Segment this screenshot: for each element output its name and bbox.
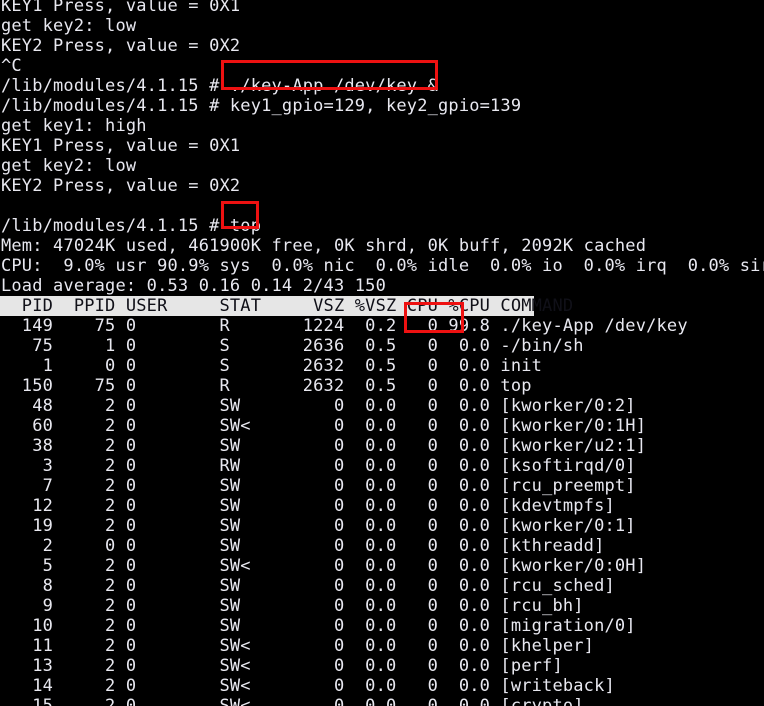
table-row[interactable]: 149 75 0 R 1224 0.2 0 99.8 ./key-App /de… bbox=[0, 316, 688, 336]
table-row[interactable]: 13 2 0 SW< 0 0.0 0 0.0 [perf] bbox=[0, 656, 563, 676]
table-row[interactable]: 2 0 0 SW 0 0.0 0 0.0 [kthreadd] bbox=[0, 536, 605, 556]
table-row[interactable]: 19 2 0 SW 0 0.0 0 0.0 [kworker/0:1] bbox=[0, 516, 636, 536]
table-row[interactable]: 150 75 0 R 2632 0.5 0 0.0 top bbox=[0, 376, 532, 396]
console-line-key2-press-2: KEY2 Press, value = 0X2 bbox=[1, 176, 241, 196]
table-row[interactable]: 10 2 0 SW 0 0.0 0 0.0 [migration/0] bbox=[0, 616, 636, 636]
top-summary-mem: Mem: 47024K used, 461900K free, 0K shrd,… bbox=[1, 236, 647, 256]
console-line-get-key2-low: get key2: low bbox=[1, 16, 137, 36]
table-row[interactable]: 9 2 0 SW 0 0.0 0 0.0 [rcu_bh] bbox=[0, 596, 584, 616]
table-row[interactable]: 3 2 0 RW 0 0.0 0 0.0 [ksoftirqd/0] bbox=[0, 456, 636, 476]
table-row[interactable]: 1 0 0 S 2632 0.5 0 0.0 init bbox=[0, 356, 542, 376]
console-line-prompt-key-app: /lib/modules/4.1.15 # ./key-App /dev/key… bbox=[1, 76, 439, 96]
console-line-get-key2-low-2: get key2: low bbox=[1, 156, 137, 176]
table-row[interactable]: 48 2 0 SW 0 0.0 0 0.0 [kworker/0:2] bbox=[0, 396, 636, 416]
table-row[interactable]: 15 2 0 SW< 0 0.0 0 0.0 [crypto] bbox=[0, 696, 584, 706]
table-row[interactable]: 12 2 0 SW 0 0.0 0 0.0 [kdevtmpfs] bbox=[0, 496, 615, 516]
table-row[interactable]: 11 2 0 SW< 0 0.0 0 0.0 [khelper] bbox=[0, 636, 594, 656]
terminal-window[interactable]: KEY1 Press, value = 0X1 get key2: low KE… bbox=[0, 0, 764, 706]
console-line-key1-press-partial: KEY1 Press, value = 0X1 bbox=[1, 0, 241, 16]
table-row[interactable]: 14 2 0 SW< 0 0.0 0 0.0 [writeback] bbox=[0, 676, 615, 696]
table-row[interactable]: 7 2 0 SW 0 0.0 0 0.0 [rcu_preempt] bbox=[0, 476, 636, 496]
console-line-prompt-top: /lib/modules/4.1.15 # top bbox=[1, 216, 262, 236]
console-line-key2-press: KEY2 Press, value = 0X2 bbox=[1, 36, 241, 56]
console-line-get-key1-high: get key1: high bbox=[1, 116, 147, 136]
table-row[interactable]: 60 2 0 SW< 0 0.0 0 0.0 [kworker/0:1H] bbox=[0, 416, 646, 436]
table-row[interactable]: 75 1 0 S 2636 0.5 0 0.0 -/bin/sh bbox=[0, 336, 584, 356]
top-summary-cpu: CPU: 9.0% usr 90.9% sys 0.0% nic 0.0% id… bbox=[1, 256, 764, 276]
console-line-key1-press: KEY1 Press, value = 0X1 bbox=[1, 136, 241, 156]
table-row[interactable]: 8 2 0 SW 0 0.0 0 0.0 [rcu_sched] bbox=[0, 576, 615, 596]
table-row[interactable]: 38 2 0 SW 0 0.0 0 0.0 [kworker/u2:1] bbox=[0, 436, 646, 456]
top-summary-load-average: Load average: 0.53 0.16 0.14 2/43 150 bbox=[1, 276, 386, 296]
console-line-interrupt: ^C bbox=[1, 56, 22, 76]
table-row[interactable]: 5 2 0 SW< 0 0.0 0 0.0 [kworker/0:0H] bbox=[0, 556, 646, 576]
console-line-gpio-info: /lib/modules/4.1.15 # key1_gpio=129, key… bbox=[1, 96, 522, 116]
process-table-header: PID PPID USER STAT VSZ %VSZ CPU %CPU COM… bbox=[0, 296, 574, 316]
